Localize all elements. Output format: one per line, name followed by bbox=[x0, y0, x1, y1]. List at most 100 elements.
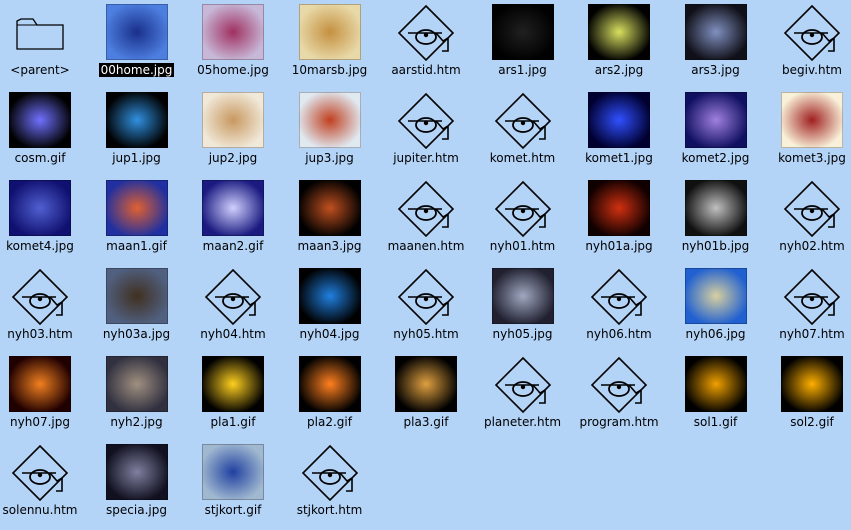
file-item[interactable]: nyh01b.jpg bbox=[668, 178, 764, 266]
file-item[interactable]: nyh07.jpg bbox=[0, 354, 88, 442]
image-thumbnail-icon[interactable] bbox=[475, 266, 571, 326]
file-name-label[interactable]: 00home.jpg bbox=[89, 62, 185, 78]
file-name-label[interactable]: maan1.gif bbox=[89, 238, 185, 254]
file-item[interactable]: komet1.jpg bbox=[571, 90, 667, 178]
html-document-icon[interactable] bbox=[185, 266, 281, 326]
file-name-label[interactable]: nyh03.htm bbox=[0, 326, 88, 342]
file-name-label[interactable]: sol1.gif bbox=[668, 414, 764, 430]
folder-icon[interactable] bbox=[0, 2, 88, 62]
file-name-label[interactable]: stjkort.gif bbox=[185, 502, 281, 518]
file-name-label[interactable]: pla2.gif bbox=[282, 414, 378, 430]
file-item[interactable]: solennu.htm bbox=[0, 442, 88, 530]
image-thumbnail-icon[interactable] bbox=[571, 90, 667, 150]
file-item[interactable]: nyh02.htm bbox=[764, 178, 851, 266]
file-name-label[interactable]: jup3.jpg bbox=[282, 150, 378, 166]
image-thumbnail-icon[interactable] bbox=[668, 354, 764, 414]
image-thumbnail-icon[interactable] bbox=[185, 90, 281, 150]
file-item[interactable]: ars3.jpg bbox=[668, 2, 764, 90]
image-thumbnail-icon[interactable] bbox=[89, 442, 185, 502]
image-thumbnail-icon[interactable] bbox=[571, 2, 667, 62]
file-item[interactable]: pla2.gif bbox=[282, 354, 378, 442]
file-name-label[interactable]: jup2.jpg bbox=[185, 150, 281, 166]
file-item[interactable]: planeter.htm bbox=[475, 354, 571, 442]
file-name-label[interactable]: jupiter.htm bbox=[378, 150, 474, 166]
file-item[interactable]: komet2.jpg bbox=[668, 90, 764, 178]
image-thumbnail-icon[interactable] bbox=[185, 2, 281, 62]
file-name-label[interactable]: nyh04.htm bbox=[185, 326, 281, 342]
file-item[interactable]: program.htm bbox=[571, 354, 667, 442]
file-name-label[interactable]: komet1.jpg bbox=[571, 150, 667, 166]
image-thumbnail-icon[interactable] bbox=[0, 178, 88, 238]
html-document-icon[interactable] bbox=[378, 266, 474, 326]
file-item[interactable]: jup2.jpg bbox=[185, 90, 281, 178]
file-item[interactable]: nyh07.htm bbox=[764, 266, 851, 354]
image-thumbnail-icon[interactable] bbox=[185, 178, 281, 238]
file-name-label[interactable]: cosm.gif bbox=[0, 150, 88, 166]
file-item[interactable]: stjkort.gif bbox=[185, 442, 281, 530]
image-thumbnail-icon[interactable] bbox=[668, 266, 764, 326]
file-item[interactable]: aarstid.htm bbox=[378, 2, 474, 90]
file-item[interactable]: nyh04.htm bbox=[185, 266, 281, 354]
file-name-label[interactable]: planeter.htm bbox=[475, 414, 571, 430]
html-document-icon[interactable] bbox=[571, 354, 667, 414]
file-item[interactable]: maanen.htm bbox=[378, 178, 474, 266]
file-item[interactable]: komet.htm bbox=[475, 90, 571, 178]
file-item[interactable]: nyh2.jpg bbox=[89, 354, 185, 442]
file-item[interactable]: pla3.gif bbox=[378, 354, 474, 442]
file-name-label[interactable]: maanen.htm bbox=[378, 238, 474, 254]
file-name-label[interactable]: stjkort.htm bbox=[282, 502, 378, 518]
file-item[interactable]: nyh05.jpg bbox=[475, 266, 571, 354]
file-item[interactable]: nyh05.htm bbox=[378, 266, 474, 354]
file-name-label[interactable]: jup1.jpg bbox=[89, 150, 185, 166]
file-name-label[interactable]: nyh2.jpg bbox=[89, 414, 185, 430]
file-name-label[interactable]: ars3.jpg bbox=[668, 62, 764, 78]
file-name-label[interactable]: solennu.htm bbox=[0, 502, 88, 518]
file-name-label[interactable]: aarstid.htm bbox=[378, 62, 474, 78]
image-thumbnail-icon[interactable] bbox=[282, 90, 378, 150]
image-thumbnail-icon[interactable] bbox=[571, 178, 667, 238]
file-name-label[interactable]: <parent> bbox=[0, 62, 88, 78]
file-name-label[interactable]: komet3.jpg bbox=[764, 150, 851, 166]
file-item[interactable]: sol1.gif bbox=[668, 354, 764, 442]
image-thumbnail-icon[interactable] bbox=[0, 354, 88, 414]
file-name-label[interactable]: komet2.jpg bbox=[668, 150, 764, 166]
file-item[interactable]: maan1.gif bbox=[89, 178, 185, 266]
file-name-label[interactable]: nyh07.jpg bbox=[0, 414, 88, 430]
file-item[interactable]: nyh06.jpg bbox=[668, 266, 764, 354]
html-document-icon[interactable] bbox=[475, 354, 571, 414]
file-item[interactable]: 10marsb.jpg bbox=[282, 2, 378, 90]
file-item[interactable]: 00home.jpg bbox=[89, 2, 185, 90]
file-name-label[interactable]: nyh07.htm bbox=[764, 326, 851, 342]
html-document-icon[interactable] bbox=[0, 266, 88, 326]
file-item[interactable]: nyh04.jpg bbox=[282, 266, 378, 354]
file-name-label[interactable]: nyh05.htm bbox=[378, 326, 474, 342]
file-name-label[interactable]: specia.jpg bbox=[89, 502, 185, 518]
file-item[interactable]: ars2.jpg bbox=[571, 2, 667, 90]
file-name-label[interactable]: 10marsb.jpg bbox=[282, 62, 378, 78]
html-document-icon[interactable] bbox=[764, 266, 851, 326]
image-thumbnail-icon[interactable] bbox=[89, 2, 185, 62]
image-thumbnail-icon[interactable] bbox=[185, 354, 281, 414]
image-thumbnail-icon[interactable] bbox=[764, 354, 851, 414]
file-name-label[interactable]: nyh04.jpg bbox=[282, 326, 378, 342]
file-item[interactable]: <parent> bbox=[0, 2, 88, 90]
file-item[interactable]: maan2.gif bbox=[185, 178, 281, 266]
html-document-icon[interactable] bbox=[571, 266, 667, 326]
file-item[interactable]: begiv.htm bbox=[764, 2, 851, 90]
image-thumbnail-icon[interactable] bbox=[282, 266, 378, 326]
html-document-icon[interactable] bbox=[378, 90, 474, 150]
file-item[interactable]: nyh01.htm bbox=[475, 178, 571, 266]
html-document-icon[interactable] bbox=[475, 178, 571, 238]
file-name-label[interactable]: program.htm bbox=[571, 414, 667, 430]
html-document-icon[interactable] bbox=[764, 178, 851, 238]
html-document-icon[interactable] bbox=[378, 2, 474, 62]
file-item[interactable]: nyh03a.jpg bbox=[89, 266, 185, 354]
file-item[interactable]: ars1.jpg bbox=[475, 2, 571, 90]
file-name-label[interactable]: maan3.jpg bbox=[282, 238, 378, 254]
file-name-label[interactable]: ars2.jpg bbox=[571, 62, 667, 78]
file-item[interactable]: jup1.jpg bbox=[89, 90, 185, 178]
file-item[interactable]: maan3.jpg bbox=[282, 178, 378, 266]
file-item[interactable]: sol2.gif bbox=[764, 354, 851, 442]
file-name-label[interactable]: maan2.gif bbox=[185, 238, 281, 254]
html-document-icon[interactable] bbox=[378, 178, 474, 238]
